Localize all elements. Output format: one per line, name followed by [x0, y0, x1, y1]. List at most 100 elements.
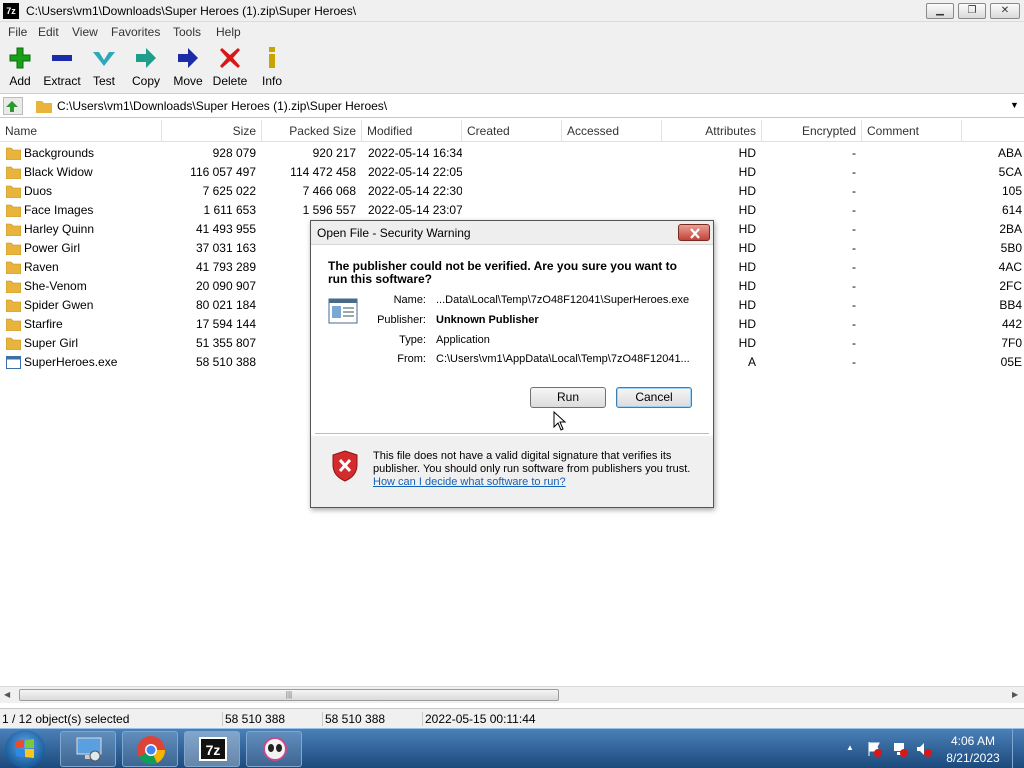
- dialog-close-button[interactable]: [678, 224, 710, 241]
- file-size: 20 090 907: [195, 279, 256, 293]
- delete-button[interactable]: Delete: [206, 46, 254, 90]
- file-encrypted: -: [852, 203, 856, 217]
- status-size: 58 510 388: [222, 712, 285, 726]
- file-size: 58 510 388: [195, 355, 256, 369]
- test-label: Test: [92, 74, 115, 88]
- minimize-button[interactable]: ▁: [926, 3, 954, 19]
- warning-text: This file does not have a valid digital …: [373, 450, 703, 489]
- table-row[interactable]: Backgrounds 928 079 920 217 2022-05-14 16:3…: [0, 144, 1024, 163]
- file-encrypted: -: [852, 165, 856, 179]
- address-dropdown-icon[interactable]: ▼: [1010, 100, 1019, 110]
- taskbar-computer[interactable]: [60, 731, 116, 767]
- 7zip-app-icon: 7z: [3, 3, 19, 19]
- file-crc: 614: [1001, 203, 1022, 217]
- file-size: 1 611 653: [203, 203, 257, 217]
- file-size: 116 057 497: [190, 165, 256, 179]
- file-modified: 2022-05-14 22:05: [368, 165, 462, 179]
- flag-icon[interactable]: [866, 741, 882, 757]
- file-name: Raven: [24, 260, 59, 274]
- shield-x-icon: [332, 450, 358, 482]
- col-modified[interactable]: Modified: [362, 120, 462, 142]
- table-row[interactable]: Black Widow 116 057 497 114 472 458 2022-05…: [0, 163, 1024, 182]
- address-path[interactable]: C:\Users\vm1\Downloads\Super Heroes (1).…: [57, 99, 387, 113]
- file-crc: 2FC: [999, 279, 1022, 293]
- menu-edit[interactable]: Edit: [38, 25, 59, 39]
- file-encrypted: -: [852, 222, 856, 236]
- publisher-label: Publisher:: [377, 314, 426, 326]
- network-icon[interactable]: [892, 741, 908, 757]
- tray-expand-icon[interactable]: ▲: [846, 743, 854, 752]
- table-row[interactable]: Face Images 1 611 653 1 596 557 2022-05-14 …: [0, 201, 1024, 220]
- up-folder-button[interactable]: [3, 97, 23, 115]
- col-attributes[interactable]: Attributes: [662, 120, 762, 142]
- menu-file[interactable]: File: [8, 25, 27, 39]
- taskbar-chrome[interactable]: [122, 731, 178, 767]
- col-created[interactable]: Created: [462, 120, 562, 142]
- from-label: From:: [397, 353, 426, 365]
- menu-view[interactable]: View: [72, 25, 98, 39]
- col-encrypted[interactable]: Encrypted: [762, 120, 862, 142]
- clock-time[interactable]: 4:06 AM: [948, 734, 998, 748]
- test-button[interactable]: Test: [80, 46, 128, 90]
- horizontal-scrollbar[interactable]: ◀ ||| ▶: [0, 686, 1024, 703]
- maximize-button[interactable]: ❐: [958, 3, 986, 19]
- delete-label: Delete: [212, 74, 248, 88]
- dialog-question: The publisher could not be verified. Are…: [328, 259, 677, 286]
- address-bar: C:\Users\vm1\Downloads\Super Heroes (1).…: [0, 95, 1024, 118]
- file-crc: 5B0: [1000, 241, 1022, 255]
- file-size: 41 793 289: [195, 260, 256, 274]
- file-name: Power Girl: [24, 241, 81, 255]
- file-encrypted: -: [852, 241, 856, 255]
- col-size[interactable]: Size: [162, 120, 262, 142]
- copy-button[interactable]: Copy: [122, 46, 170, 90]
- dialog-title: Open File - Security Warning: [317, 226, 471, 240]
- computer-icon: [76, 737, 102, 762]
- table-row[interactable]: Duos 7 625 022 7 466 068 2022-05-14 22:30 HD…: [0, 182, 1024, 201]
- extract-button[interactable]: Extract: [38, 46, 86, 90]
- clock-date[interactable]: 8/21/2023: [943, 751, 1003, 765]
- status-modified: 2022-05-15 00:11:44: [422, 712, 536, 726]
- run-button[interactable]: Run: [530, 387, 606, 408]
- start-button[interactable]: [5, 730, 45, 768]
- folder-icon: [36, 101, 52, 113]
- move-button[interactable]: Move: [164, 46, 212, 90]
- window-title: C:\Users\vm1\Downloads\Super Heroes (1).…: [26, 4, 357, 18]
- show-desktop-button[interactable]: [1012, 729, 1024, 768]
- col-accessed[interactable]: Accessed: [562, 120, 662, 142]
- dialog-body: The publisher could not be verified. Are…: [311, 246, 713, 431]
- folder-icon: [6, 299, 21, 312]
- arrow-right-icon: [178, 48, 198, 68]
- type-value: Application: [436, 334, 490, 346]
- folder-icon: [6, 204, 21, 217]
- scroll-thumb[interactable]: |||: [19, 689, 559, 701]
- taskbar-spider-app[interactable]: [246, 731, 302, 767]
- file-crc: ABA: [997, 146, 1022, 160]
- file-encrypted: -: [852, 260, 856, 274]
- col-comment[interactable]: Comment: [862, 120, 962, 142]
- file-encrypted: -: [852, 279, 856, 293]
- file-packed-size: 1 596 557: [302, 203, 356, 217]
- file-encrypted: -: [852, 317, 856, 331]
- col-name[interactable]: Name: [0, 120, 162, 142]
- info-button[interactable]: Info: [248, 46, 296, 90]
- menu-favorites[interactable]: Favorites: [111, 25, 160, 39]
- menu-tools[interactable]: Tools: [173, 25, 201, 39]
- scroll-left-icon[interactable]: ◀: [4, 690, 10, 699]
- scroll-right-icon[interactable]: ▶: [1012, 690, 1018, 699]
- volume-icon[interactable]: [916, 741, 932, 757]
- file-encrypted: -: [852, 336, 856, 350]
- file-name: Spider Gwen: [24, 298, 94, 312]
- title-bar: 7z C:\Users\vm1\Downloads\Super Heroes (…: [0, 0, 1024, 22]
- help-link[interactable]: How can I decide what software to run?: [373, 476, 703, 489]
- folder-icon: [6, 166, 21, 179]
- col-packed-size[interactable]: Packed Size: [262, 120, 362, 142]
- file-attributes: HD: [738, 203, 756, 217]
- cancel-button[interactable]: Cancel: [616, 387, 692, 408]
- info-label: Info: [261, 74, 282, 88]
- copy-label: Copy: [131, 74, 160, 88]
- taskbar-7zip[interactable]: 7z: [184, 731, 240, 767]
- folder-icon: [6, 318, 21, 331]
- up-arrow-icon: [6, 101, 18, 112]
- menu-help[interactable]: Help: [216, 25, 241, 39]
- close-button[interactable]: ✕: [990, 3, 1020, 19]
